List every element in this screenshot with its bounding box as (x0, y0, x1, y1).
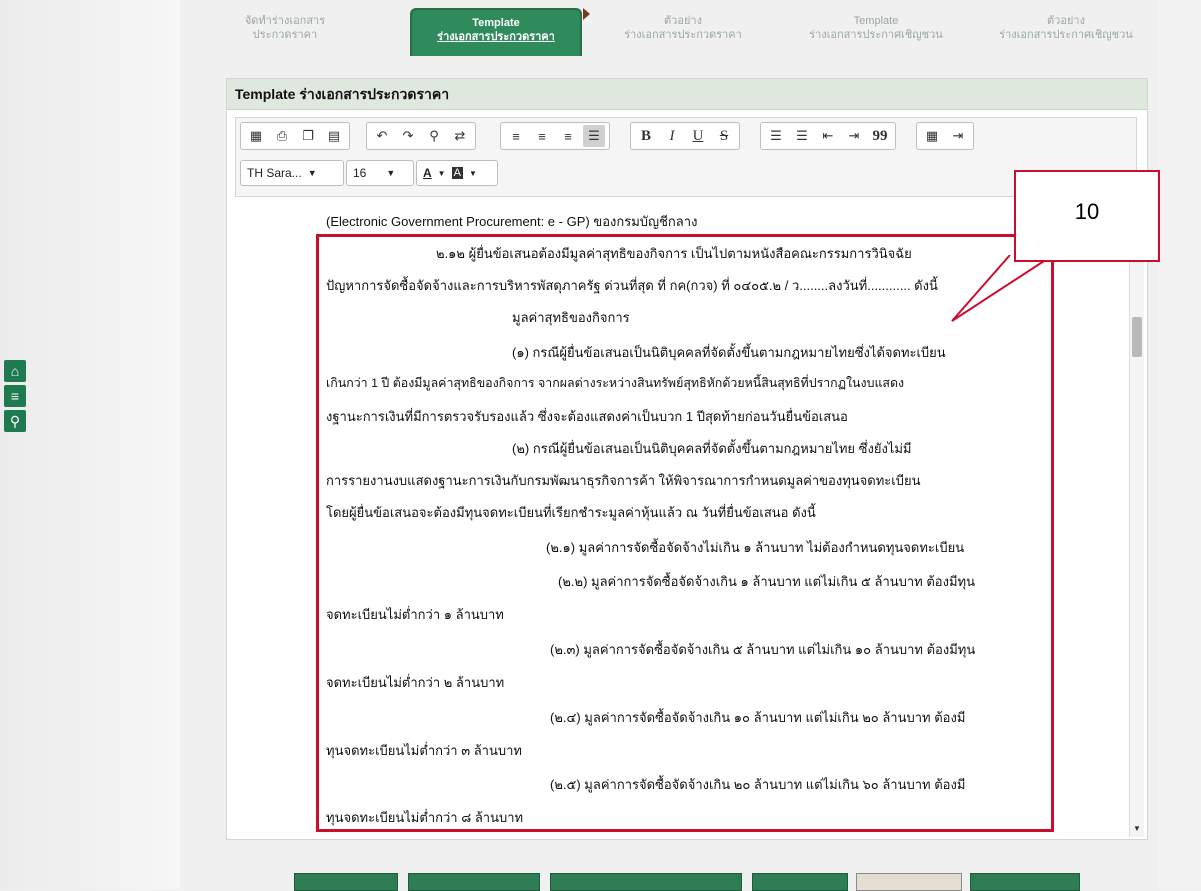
preview-icon[interactable]: ▦ (245, 125, 267, 147)
annotation-callout: 10 (1014, 170, 1160, 262)
scroll-down-icon[interactable]: ▼ (1133, 824, 1141, 833)
step-tab-1[interactable]: จัดทำร่างเอกสาร ประกวดราคา (210, 8, 360, 56)
step-tab-1-line2: ประกวดราคา (252, 29, 318, 41)
step-tab-4-line2: ร่างเอกสารประกาศเชิญชวน (809, 29, 943, 41)
home-icon[interactable]: ⌂ (4, 360, 26, 382)
chevron-down-icon: ▼ (307, 168, 317, 178)
panel-title: Template ร่างเอกสารประกวดราคา (227, 79, 1147, 110)
step-tab-5-line2: ร่างเอกสารประกาศเชิญชวน (999, 29, 1133, 41)
table-icon[interactable]: ▦ (921, 125, 943, 147)
paste-icon[interactable]: ▤ (323, 125, 345, 147)
step-arrow-icon (583, 8, 590, 20)
blockquote-button[interactable]: 99 (869, 125, 891, 147)
strike-glyph: S (719, 127, 729, 144)
insert-row-icon[interactable]: ⇥ (947, 125, 969, 147)
font-family-select[interactable]: TH Sara... ▼ (240, 160, 344, 186)
bottom-action-bar (0, 873, 1201, 891)
italic-glyph: I (669, 127, 675, 144)
toolbar-group-align: ≡ ≡ ≡ ☰ (500, 122, 610, 150)
right-margin (1158, 0, 1201, 889)
scrollbar-thumb[interactable] (1132, 317, 1142, 357)
bottom-button-4[interactable] (752, 873, 848, 891)
callout-pointer (951, 255, 1045, 322)
step-tab-5[interactable]: ตัวอย่าง ร่างเอกสารประกาศเชิญชวน (974, 8, 1158, 56)
toolbar-group-insert: ▦ ⇥ (916, 122, 974, 150)
font-size-value: 16 (353, 166, 367, 180)
search-icon[interactable]: ⚲ (4, 410, 26, 432)
step-tab-2-line2: ร่างเอกสารประกวดราคา (437, 31, 555, 43)
bottom-button-5[interactable] (856, 873, 962, 891)
align-right-icon[interactable]: ≡ (557, 125, 579, 147)
align-justify-icon[interactable]: ☰ (583, 125, 605, 147)
step-tab-3-line1: ตัวอย่าง (664, 15, 702, 27)
left-margin (0, 0, 180, 889)
bottom-button-6[interactable] (970, 873, 1080, 891)
bottom-button-3[interactable] (550, 873, 742, 891)
chevron-down-icon: ▼ (386, 168, 396, 178)
background-color-icon[interactable]: A (451, 167, 463, 179)
bold-glyph: B (640, 127, 651, 144)
step-tab-2-active[interactable]: Template ร่างเอกสารประกวดราคา (410, 8, 582, 56)
italic-button[interactable]: I (661, 125, 683, 147)
bottom-button-2[interactable] (408, 873, 540, 891)
underline-glyph: U (692, 127, 704, 144)
redo-icon[interactable]: ↷ (397, 125, 419, 147)
callout-number: 10 (1074, 199, 1100, 224)
undo-icon[interactable]: ↶ (371, 125, 393, 147)
bold-button[interactable]: B (635, 125, 657, 147)
toolbar-group-document: ▦ ⎙ ❐ ▤ (240, 122, 350, 150)
toolbar-group-format: B I U S (630, 122, 740, 150)
outdent-icon[interactable]: ⇤ (817, 125, 839, 147)
copy-icon[interactable]: ❐ (297, 125, 319, 147)
align-left-icon[interactable]: ≡ (505, 125, 527, 147)
underline-button[interactable]: U (687, 125, 709, 147)
bullet-list-icon[interactable]: ☰ (791, 125, 813, 147)
chevron-down-icon[interactable]: ▼ (469, 169, 477, 178)
replace-icon[interactable]: ⇄ (449, 125, 471, 147)
doc-line: (Electronic Government Procurement: e - … (326, 214, 698, 229)
indent-icon[interactable]: ⇥ (843, 125, 865, 147)
bottom-button-1[interactable] (294, 873, 398, 891)
quote-glyph: 99 (872, 127, 888, 144)
align-center-icon[interactable]: ≡ (531, 125, 553, 147)
editor-toolbar: ▦ ⎙ ❐ ▤ ↶ ↷ ⚲ ⇄ ≡ ≡ ≡ ☰ B I U S ☰ ☰ ⇤ ⇥ (235, 117, 1137, 197)
font-size-select[interactable]: 16 ▼ (346, 160, 414, 186)
menu-icon[interactable]: ≡ (4, 385, 26, 407)
color-selectors: A ▼ A ▼ (416, 160, 498, 186)
step-tab-1-line1: จัดทำร่างเอกสาร (244, 15, 326, 27)
toolbar-group-edit: ↶ ↷ ⚲ ⇄ (366, 122, 476, 150)
step-tab-3[interactable]: ตัวอย่าง ร่างเอกสารประกวดราคา (598, 8, 768, 56)
step-tabs: จัดทำร่างเอกสาร ประกวดราคา Template ร่าง… (210, 8, 1158, 58)
toolbar-group-lists: ☰ ☰ ⇤ ⇥ 99 (760, 122, 896, 150)
editor-scrollbar[interactable]: ▼ (1129, 197, 1144, 837)
numbered-list-icon[interactable]: ☰ (765, 125, 787, 147)
strikethrough-button[interactable]: S (713, 125, 735, 147)
text-color-icon[interactable]: A (423, 166, 432, 180)
floating-nav: ⌂ ≡ ⚲ (4, 360, 26, 432)
step-tab-4-line1: Template (853, 15, 899, 27)
print-icon[interactable]: ⎙ (271, 125, 293, 147)
step-tab-3-line2: ร่างเอกสารประกวดราคา (624, 29, 742, 41)
step-tab-4[interactable]: Template ร่างเอกสารประกาศเชิญชวน (788, 8, 964, 56)
find-icon[interactable]: ⚲ (423, 125, 445, 147)
font-family-value: TH Sara... (247, 166, 302, 180)
chevron-down-icon[interactable]: ▼ (438, 169, 446, 178)
step-tab-2-line1: Template (472, 17, 520, 29)
step-tab-5-line1: ตัวอย่าง (1047, 15, 1085, 27)
